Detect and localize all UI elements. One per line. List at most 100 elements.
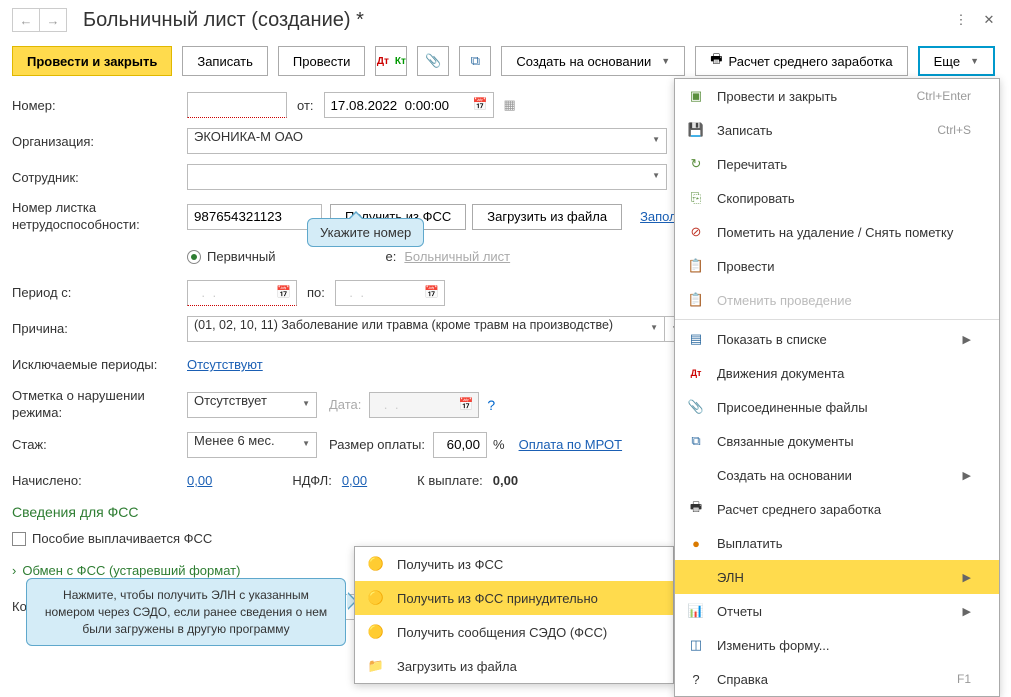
nav-forward-button[interactable]: →	[39, 8, 67, 32]
emp-label: Сотрудник:	[12, 170, 187, 185]
emp-select[interactable]	[187, 164, 667, 190]
accrued-label: Начислено:	[12, 473, 187, 488]
chevron-right-icon: ▶	[963, 605, 971, 618]
report-icon: 📊	[687, 602, 705, 620]
excl-link[interactable]: Отсутствуют	[187, 357, 263, 372]
calendar-icon: 📅	[458, 397, 473, 411]
cont-label: е:	[386, 249, 397, 264]
radio-primary[interactable]: Первичный	[187, 249, 276, 264]
load-file-button[interactable]: Загрузить из файла	[472, 204, 622, 230]
menu-linked[interactable]: ⧉ Связанные документы	[675, 424, 999, 458]
menu-movements[interactable]: Дт Движения документа	[675, 356, 999, 390]
more-button[interactable]: Еще▼	[918, 46, 995, 76]
attach-button[interactable]: 📎	[417, 46, 449, 76]
fss-checkbox[interactable]	[12, 532, 26, 546]
fss-icon: 🟡	[367, 555, 385, 573]
window-header: ← → Больничный лист (создание) * ⋮ ✕	[0, 0, 1011, 40]
menu-reports[interactable]: 📊 Отчеты ▶	[675, 594, 999, 628]
blank-icon	[687, 466, 705, 484]
pay-size-label: Размер оплаты:	[329, 437, 425, 452]
form-icon: ◫	[687, 636, 705, 654]
calendar-icon[interactable]: 📅	[276, 285, 291, 299]
menu-attachments[interactable]: 📎 Присоединенные файлы	[675, 390, 999, 424]
paperclip-icon: 📎	[687, 398, 705, 416]
coin-icon: ●	[687, 534, 705, 552]
linked-docs-icon: ⧉	[687, 432, 705, 450]
copy-icon: ⎘	[687, 189, 705, 207]
save-button[interactable]: Записать	[182, 46, 268, 76]
radio-dot-icon	[187, 250, 201, 264]
menu-save[interactable]: 💾 Записать Ctrl+S	[675, 113, 999, 147]
kebab-icon[interactable]: ⋮	[951, 10, 971, 30]
menu-post[interactable]: 📋 Провести	[675, 249, 999, 283]
post-and-close-button[interactable]: Провести и закрыть	[12, 46, 172, 76]
menu-post-close[interactable]: ▣ Провести и закрыть Ctrl+Enter	[675, 79, 999, 113]
dtkt-icon: Дт	[687, 364, 705, 382]
menu-pay[interactable]: ● Выплатить	[675, 526, 999, 560]
org-label: Организация:	[12, 134, 187, 149]
menu-load-file[interactable]: 📁 Загрузить из файла	[355, 649, 673, 683]
fss-icon: 🟡	[367, 623, 385, 641]
menu-get-sedo[interactable]: 🟡 Получить сообщения СЭДО (ФСС)	[355, 615, 673, 649]
cert-label: Номер листканетрудоспособности:	[12, 200, 187, 234]
eln-submenu: 🟡 Получить из ФСС 🟡 Получить из ФСС прин…	[354, 546, 674, 684]
calendar-icon[interactable]: 📅	[424, 285, 439, 299]
menu-copy[interactable]: ⎘ Скопировать	[675, 181, 999, 215]
calendar-icon[interactable]: 📅	[473, 97, 488, 111]
mrot-link[interactable]: Оплата по МРОТ	[519, 437, 622, 452]
date-input[interactable]	[324, 92, 494, 118]
struct-button[interactable]: ⧉	[459, 46, 491, 76]
fss-icon: 🟡	[367, 589, 385, 607]
save-icon: 💾	[687, 121, 705, 139]
help-icon[interactable]: ?	[487, 397, 495, 413]
post-icon: 📋	[687, 257, 705, 275]
ndfl-label: НДФЛ:	[292, 473, 332, 488]
close-icon[interactable]: ✕	[979, 10, 999, 30]
menu-reread[interactable]: ↻ Перечитать	[675, 147, 999, 181]
ndfl-link[interactable]: 0,00	[342, 473, 367, 488]
folder-icon: 📁	[367, 657, 385, 675]
chevron-right-icon: ▶	[963, 333, 971, 346]
sick-leave-link[interactable]: Больничный лист	[404, 249, 510, 264]
from-label: от:	[297, 98, 314, 113]
print-icon: 🖶	[710, 50, 722, 72]
menu-show-in-list[interactable]: ▤ Показать в списке ▶	[675, 322, 999, 356]
accrued-link[interactable]: 0,00	[187, 473, 212, 488]
menu-calc-avg[interactable]: 🖶 Расчет среднего заработка	[675, 492, 999, 526]
fss-checkbox-label: Пособие выплачивается ФСС	[32, 531, 212, 546]
exp-select[interactable]: Менее 6 мес.	[187, 432, 317, 458]
menu-eln[interactable]: ЭЛН ▶	[675, 560, 999, 594]
chevron-right-icon: ▶	[963, 571, 971, 584]
menu-get-fss-force[interactable]: 🟡 Получить из ФСС принудительно	[355, 581, 673, 615]
viol-select[interactable]: Отсутствует	[187, 392, 317, 418]
cert-number-input[interactable]	[187, 204, 322, 230]
menu-help[interactable]: ? Справка F1	[675, 662, 999, 696]
period-to-label: по:	[307, 285, 325, 300]
tooltip-enter-number: Укажите номер	[307, 218, 424, 247]
menu-mark-delete[interactable]: ⊘ Пометить на удаление / Снять пометку	[675, 215, 999, 249]
create-based-button[interactable]: Создать на основании▼	[501, 46, 685, 76]
pay-size-input[interactable]	[433, 432, 487, 458]
dtkt-button[interactable]: ДтКт	[375, 46, 407, 76]
viol-date-label: Дата:	[329, 397, 361, 412]
pct-label: %	[493, 437, 505, 452]
org-select[interactable]: ЭКОНИКА-М ОАО	[187, 128, 667, 154]
nav-back-button[interactable]: ←	[12, 8, 40, 32]
payout-value: 0,00	[493, 473, 518, 488]
post-button[interactable]: Провести	[278, 46, 366, 76]
fss-exchange-link[interactable]: Обмен с ФСС (устаревший формат)	[22, 563, 240, 578]
menu-get-fss[interactable]: 🟡 Получить из ФСС	[355, 547, 673, 581]
reason-select[interactable]: (01, 02, 10, 11) Заболевание или травма …	[187, 316, 665, 342]
menu-separator	[675, 319, 999, 320]
menu-create-based[interactable]: Создать на основании ▶	[675, 458, 999, 492]
viol-label: Отметка о нарушениирежима:	[12, 388, 187, 422]
more-menu: ▣ Провести и закрыть Ctrl+Enter 💾 Записа…	[674, 78, 1000, 697]
number-input[interactable]	[187, 92, 287, 118]
menu-unpost: 📋 Отменить проведение	[675, 283, 999, 317]
menu-change-form[interactable]: ◫ Изменить форму...	[675, 628, 999, 662]
paperclip-icon: 📎	[425, 53, 441, 69]
chevron-right-icon[interactable]: ›	[12, 563, 16, 578]
calc-avg-button[interactable]: 🖶Расчет среднего заработка	[695, 46, 907, 76]
payout-label: К выплате:	[417, 473, 483, 488]
doc-icon[interactable]: ▦	[504, 97, 516, 113]
